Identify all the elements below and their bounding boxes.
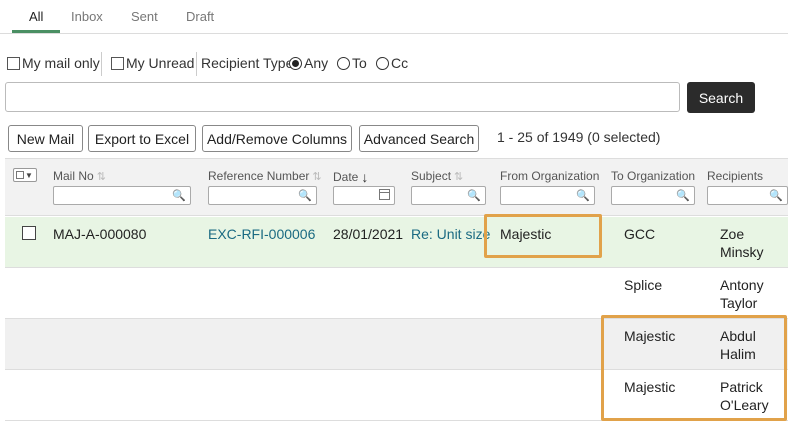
cell-recipients: Patrick O'Leary: [720, 379, 769, 413]
filter-to-organization-input[interactable]: 🔍: [611, 186, 695, 205]
cell-reference-number[interactable]: EXC-RFI-000006: [208, 225, 315, 243]
sort-arrows-icon: ⇅: [454, 170, 464, 183]
column-header-from-organization[interactable]: From Organization: [500, 169, 599, 183]
advanced-search-button[interactable]: Advanced Search: [359, 125, 479, 152]
radio-icon: [376, 56, 389, 70]
filter-date-input[interactable]: [333, 186, 395, 205]
column-header-recipients[interactable]: Recipients: [707, 169, 763, 183]
table-row[interactable]: Majestic Patrick O'Leary: [5, 370, 788, 421]
column-header-mail-no[interactable]: Mail No ⇅: [53, 169, 106, 183]
table-row[interactable]: MAJ-A-000080 EXC-RFI-000006 28/01/2021 R…: [5, 217, 788, 268]
filter-subject-input[interactable]: 🔍: [411, 186, 486, 205]
table-row[interactable]: Majestic Abdul Halim: [5, 319, 788, 370]
mail-tabs: All Inbox Sent Draft: [0, 0, 788, 34]
cell-mail-no[interactable]: MAJ-A-000080: [53, 225, 146, 243]
recipient-type-cc-radio[interactable]: Cc: [376, 55, 408, 71]
tab-all[interactable]: All: [29, 9, 43, 24]
filter-mail-no-input[interactable]: 🔍: [53, 186, 191, 205]
tab-inbox[interactable]: Inbox: [71, 9, 103, 24]
column-header-to-organization[interactable]: To Organization: [611, 169, 695, 183]
column-header-subject[interactable]: Subject ⇅: [411, 169, 463, 183]
result-count: 1 - 25 of 1949 (0 selected): [497, 129, 661, 145]
cell-recipients: Abdul Halim: [720, 328, 756, 362]
radio-cc-label: Cc: [391, 55, 409, 71]
radio-icon: [337, 56, 350, 70]
new-mail-button[interactable]: New Mail: [8, 125, 83, 152]
magnifier-icon: 🔍: [769, 190, 783, 202]
sort-arrows-icon: ⇅: [312, 170, 322, 183]
active-tab-indicator: [12, 30, 60, 33]
sort-descending-icon: ↓: [361, 169, 369, 185]
cell-recipients: Antony Taylor: [720, 277, 764, 311]
checkbox-icon: [111, 56, 124, 70]
magnifier-icon: 🔍: [467, 190, 481, 202]
cell-to-organization: GCC: [624, 226, 656, 242]
my-unread-label: My Unread: [126, 55, 195, 71]
tab-sent[interactable]: Sent: [131, 9, 158, 24]
radio-any-label: Any: [304, 55, 329, 71]
table-header: ▼ Mail No ⇅ 🔍 Reference Number ⇅ 🔍 Date ↓ S…: [5, 158, 788, 216]
export-excel-button[interactable]: Export to Excel: [88, 125, 196, 152]
sort-arrows-icon: ⇅: [96, 170, 106, 183]
cell-to-organization: Majestic: [624, 379, 676, 395]
filter-recipients-input[interactable]: 🔍: [707, 186, 788, 205]
search-button[interactable]: Search: [687, 82, 755, 113]
cell-to-organization: Splice: [624, 277, 663, 293]
filter-from-organization-input[interactable]: 🔍: [500, 186, 595, 205]
divider: [101, 52, 102, 76]
my-unread-checkbox[interactable]: My Unread: [111, 55, 194, 71]
cell-from-organization: Majestic: [500, 226, 552, 242]
filter-reference-number-input[interactable]: 🔍: [208, 186, 317, 205]
tab-draft[interactable]: Draft: [186, 9, 214, 24]
filter-bar: My mail only My Unread Recipient Type An…: [0, 52, 788, 76]
cell-date: 28/01/2021: [333, 226, 404, 242]
magnifier-icon: 🔍: [298, 190, 312, 202]
calendar-icon[interactable]: [379, 189, 390, 200]
cell-recipients: Zoe Minsky: [720, 226, 764, 260]
row-checkbox[interactable]: [22, 226, 36, 240]
cell-to-organization: Majestic: [624, 328, 676, 344]
column-header-reference-number[interactable]: Reference Number ⇅: [208, 169, 322, 183]
cell-subject[interactable]: Re: Unit size: [411, 225, 491, 243]
radio-selected-icon: [289, 56, 302, 70]
my-mail-only-checkbox[interactable]: My mail only: [7, 55, 100, 71]
add-remove-columns-button[interactable]: Add/Remove Columns: [202, 125, 352, 152]
checkbox-icon: [7, 56, 20, 70]
radio-to-label: To: [352, 55, 367, 71]
my-mail-only-label: My mail only: [22, 55, 100, 71]
magnifier-icon: 🔍: [172, 190, 186, 202]
recipient-type-to-radio[interactable]: To: [337, 55, 367, 71]
caret-down-icon: ▼: [25, 170, 33, 180]
checkbox-icon: [16, 171, 24, 179]
table-row[interactable]: Splice Antony Taylor: [5, 268, 788, 319]
recipient-type-any-radio[interactable]: Any: [289, 55, 328, 71]
divider: [196, 52, 197, 76]
select-all-dropdown[interactable]: ▼: [13, 168, 37, 182]
search-input[interactable]: [5, 82, 680, 112]
magnifier-icon: 🔍: [576, 190, 590, 202]
magnifier-icon: 🔍: [676, 190, 690, 202]
recipient-type-label: Recipient Type: [201, 55, 294, 71]
column-header-date[interactable]: Date ↓: [333, 169, 368, 185]
